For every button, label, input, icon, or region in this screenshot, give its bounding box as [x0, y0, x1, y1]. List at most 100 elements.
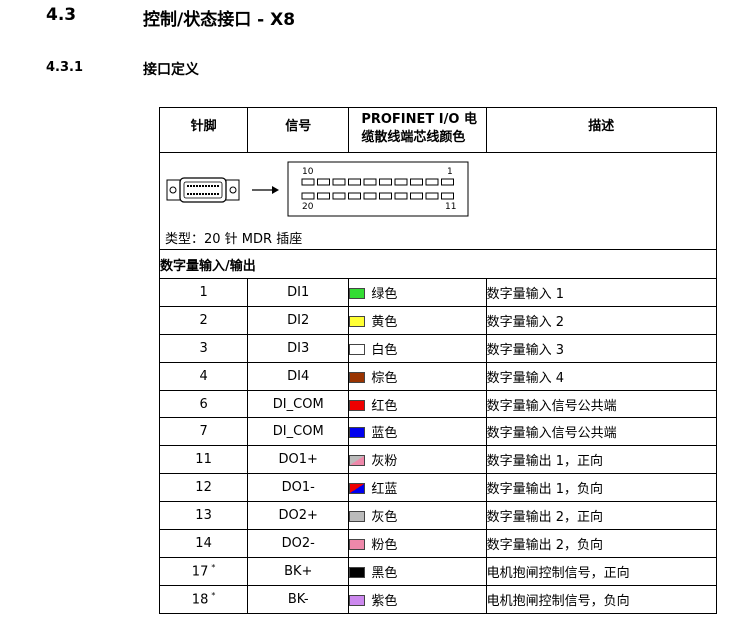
description-cell: 数字量输出 2，负向	[485, 529, 718, 558]
connector-pin	[363, 178, 377, 186]
signal-cell: BK+	[247, 556, 350, 586]
header-signal: 信号	[247, 107, 350, 153]
color-swatch	[349, 399, 366, 411]
color-name: 灰粉	[371, 454, 398, 470]
color-swatch	[349, 427, 366, 439]
signal-cell: DI3	[247, 333, 350, 363]
table-row: 1 DI1 绿色 数字量输入 1	[158, 278, 718, 307]
color-name: 棕色	[371, 370, 398, 386]
wire-color-cell: 白色	[348, 333, 487, 363]
connector-pin	[348, 178, 361, 186]
wire-color-cell: 红色	[348, 389, 487, 419]
connector-pin	[332, 192, 346, 200]
table-row: 6 DI_COM 红色 数字量输入信号公共端	[158, 389, 718, 419]
table-row: 4 DI4 棕色 数字量输入 4	[158, 361, 718, 391]
table-row: 7 DI_COM 蓝色 数字量输入信号公共端	[158, 417, 718, 447]
table-row: 3 DI3 白色 数字量输入 3	[158, 333, 718, 363]
pin-cell: 11	[158, 445, 249, 475]
signal-cell: DI_COM	[247, 417, 350, 447]
wire-color-cell: 灰粉	[348, 445, 487, 475]
color-swatch	[349, 511, 366, 523]
connector-pin	[441, 178, 454, 186]
wire-color-cell: 棕色	[348, 361, 487, 391]
signal-cell: DI1	[247, 278, 350, 307]
connector-pin	[348, 192, 361, 200]
connector-diagram-cell: 10 1 20 11 类型：20 针 MDR 插座	[159, 152, 717, 250]
pin-label-bottom-right: 11	[445, 202, 456, 212]
mdr-connector-icon	[166, 177, 240, 203]
color-name: 紫色	[371, 593, 398, 609]
connector-pin	[317, 178, 330, 186]
color-swatch	[349, 594, 366, 606]
description-cell: 数字量输入 4	[485, 361, 718, 391]
color-swatch	[349, 315, 366, 327]
wire-color-cell: 灰色	[348, 501, 487, 531]
description-cell: 数字量输出 1，正向	[485, 445, 718, 475]
signal-cell: DO2-	[247, 529, 350, 558]
wire-color-cell: 绿色	[348, 278, 487, 307]
connector-pin-face: 10 1 20 11	[287, 161, 469, 217]
color-name: 绿色	[371, 286, 398, 302]
signal-cell: DI4	[247, 361, 350, 391]
description-cell: 电机抱闸控制信号，正向	[485, 556, 718, 586]
section-title: 控制/状态接口 - X8	[143, 10, 296, 30]
footnote-mark: *	[211, 563, 216, 573]
table-row: 11 DO1+ 灰粉 数字量输出 1，正向	[158, 445, 718, 475]
color-swatch	[349, 343, 366, 355]
pin-cell: 12	[158, 473, 249, 503]
wire-color-cell: 黄色	[348, 305, 487, 335]
color-name: 灰色	[371, 510, 398, 526]
pin-cell: 7	[158, 417, 249, 447]
color-name: 红色	[371, 398, 398, 414]
description-cell: 数字量输入 1	[485, 278, 718, 307]
description-cell: 电机抱闸控制信号，负向	[485, 584, 718, 614]
description-cell: 数字量输入 2	[485, 305, 718, 335]
pin-cell: 3	[158, 333, 249, 363]
color-swatch	[349, 566, 366, 578]
pin-cell: 13	[158, 501, 249, 531]
connector-pin	[379, 192, 392, 200]
color-name: 白色	[371, 342, 398, 358]
signal-cell: DI2	[247, 305, 350, 335]
wire-color-cell: 粉色	[348, 529, 487, 558]
pin-cell: 17 *	[158, 556, 249, 586]
color-name: 红蓝	[371, 482, 398, 498]
color-swatch	[349, 483, 366, 495]
description-cell: 数字量输出 1，负向	[485, 473, 718, 503]
connector-pin	[394, 178, 408, 186]
table-row: 18 * BK- 紫色 电机抱闸控制信号，负向	[158, 584, 718, 614]
subsection-number: 4.3.1	[46, 60, 84, 75]
connector-pin	[301, 178, 315, 186]
color-swatch	[349, 455, 366, 467]
connector-pin	[410, 192, 423, 200]
header-wire-color: PROFINET I/O 电缆散线端芯线颜色	[348, 107, 487, 153]
pin-cell: 6	[158, 389, 249, 419]
connector-pin	[441, 192, 454, 200]
table-row: 2 DI2 黄色 数字量输入 2	[158, 305, 718, 335]
color-swatch	[349, 287, 366, 299]
wire-color-cell: 蓝色	[348, 417, 487, 447]
connector-pin	[410, 178, 423, 186]
description-cell: 数字量输入信号公共端	[485, 389, 718, 419]
wire-color-cell: 黑色	[348, 556, 487, 586]
pin-cell: 18 *	[158, 584, 249, 614]
wire-color-cell: 红蓝	[348, 473, 487, 503]
connector-pin	[394, 192, 408, 200]
pin-cell: 4	[158, 361, 249, 391]
header-description: 描述	[485, 107, 718, 153]
color-name: 黄色	[371, 314, 398, 330]
pin-label-bottom-left: 20	[302, 202, 314, 212]
pin-label-top-right: 1	[447, 167, 453, 177]
connector-pin	[425, 178, 439, 186]
section-number: 4.3	[46, 5, 77, 25]
pin-definition-table: 针脚 信号 PROFINET I/O 电缆散线端芯线颜色 描述 10 1 20 …	[158, 107, 718, 614]
description-cell: 数字量输入 3	[485, 333, 718, 363]
signal-cell: DO1-	[247, 473, 350, 503]
section-row-title: 数字量输入/输出	[159, 249, 717, 279]
connector-pin	[332, 178, 346, 186]
pin-cell: 2	[158, 305, 249, 335]
arrow-right-icon	[252, 186, 279, 194]
color-swatch	[349, 538, 366, 550]
pin-cell: 14	[158, 529, 249, 558]
connector-pin	[363, 192, 377, 200]
